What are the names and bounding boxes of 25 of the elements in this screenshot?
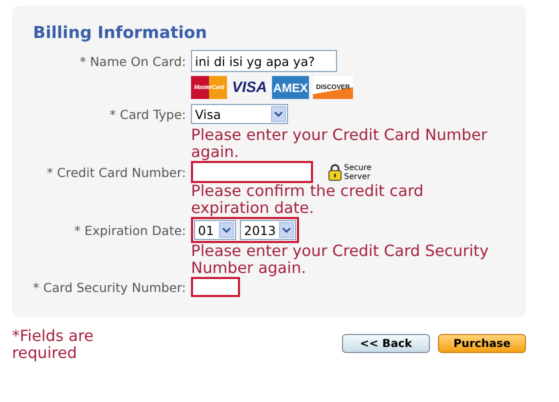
back-button[interactable]: << Back <box>342 334 430 353</box>
required-note: *Fields are required <box>12 328 95 362</box>
error-message: Please enter your Credit Card Security Number again. <box>191 243 490 277</box>
secure-server-label: Secure Server <box>344 163 372 181</box>
purchase-button[interactable]: Purchase <box>438 334 526 353</box>
input-field[interactable] <box>191 161 313 183</box>
card-logo-icon: VISA <box>231 76 268 99</box>
year-dropdown[interactable]: 2013 <box>240 220 296 240</box>
error-message: Please confirm the credit card expiration date. <box>191 183 425 217</box>
caret-icon <box>279 222 294 238</box>
padlock-icon <box>328 163 342 181</box>
field-label: * Expiration Date: <box>74 222 186 238</box>
caret-icon <box>271 106 286 122</box>
field-label: * Credit Card Number: <box>46 164 186 180</box>
field-label: * Card Security Number: <box>33 280 186 294</box>
card-type-dropdown[interactable]: Visa <box>191 104 288 124</box>
input-field[interactable]: ini di isi yg apa ya? <box>191 50 337 72</box>
caret-icon <box>219 222 234 238</box>
field-label: * Card Type: <box>110 106 186 122</box>
error-message: Please enter your Credit Card Number again. <box>191 127 488 161</box>
month-dropdown[interactable]: 01 <box>194 220 236 240</box>
card-logo-icon: AMEX <box>272 76 309 99</box>
section-title: Billing Information <box>32 23 208 42</box>
input-field[interactable] <box>191 277 240 297</box>
field-label: * Name On Card: <box>80 54 186 68</box>
